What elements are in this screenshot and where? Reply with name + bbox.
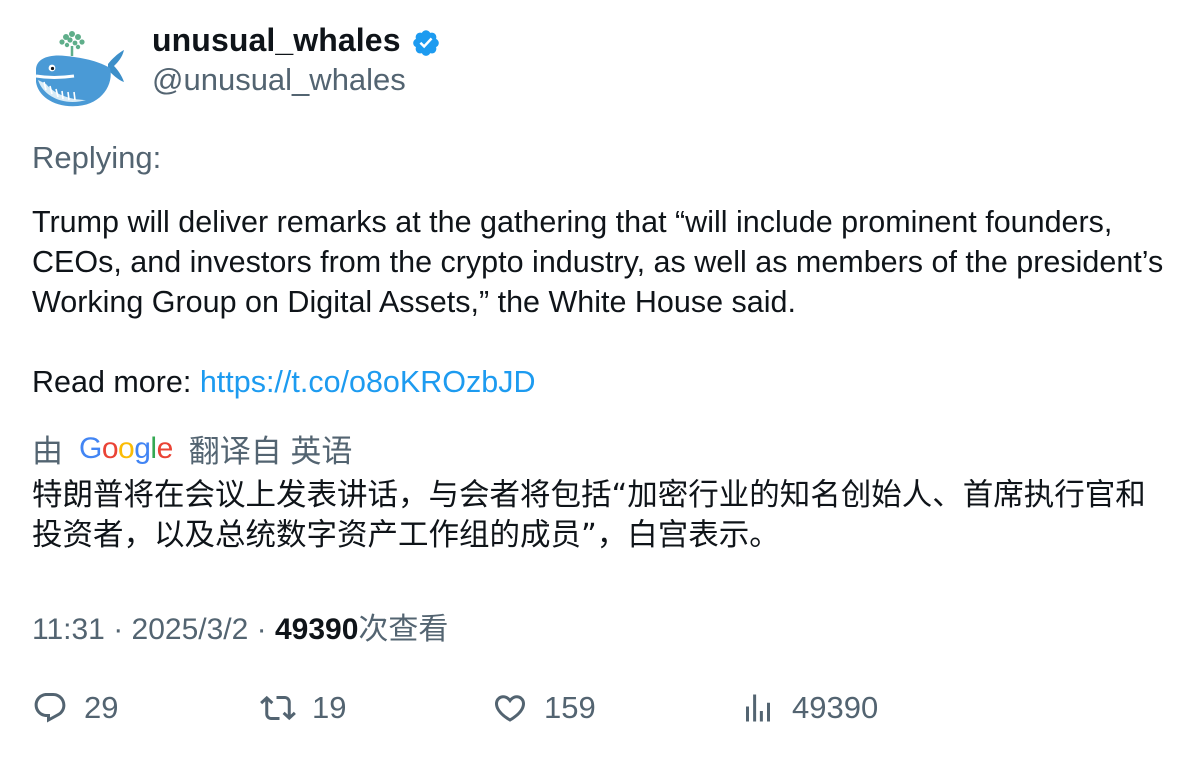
- verified-badge-icon: [411, 28, 441, 58]
- meta-separator: ·: [104, 613, 132, 646]
- translated-text: 特朗普将在会议上发表讲话，与会者将包括“加密行业的知名创始人、首席执行官和投资者…: [32, 478, 1146, 553]
- tweet-body: Trump will deliver remarks at the gather…: [32, 205, 1164, 319]
- author-display-name[interactable]: unusual_whales: [152, 22, 401, 59]
- avatar[interactable]: [30, 26, 126, 112]
- tweet-date[interactable]: 2025/3/2: [132, 613, 249, 646]
- read-more-line: Read more: https://t.co/o8oKROzbJD: [32, 362, 535, 402]
- tweet-meta: 11:31 · 2025/3/2 · 49390次查看: [32, 604, 448, 648]
- like-button[interactable]: 159: [492, 690, 596, 726]
- reply-button[interactable]: 29: [32, 690, 118, 726]
- tweet-link[interactable]: https://t.co/o8oKROzbJD: [200, 365, 536, 399]
- retweet-button[interactable]: 19: [260, 690, 346, 726]
- meta-separator: ·: [248, 613, 275, 646]
- read-more-label: Read more:: [32, 365, 200, 399]
- like-count: 159: [544, 690, 596, 725]
- reply-icon: [34, 693, 66, 723]
- retweet-count: 19: [312, 690, 347, 725]
- tweet-time[interactable]: 11:31: [32, 613, 105, 646]
- reply-count: 29: [84, 690, 119, 725]
- views-chart-icon: [746, 694, 770, 722]
- google-logo-icon: Google: [79, 431, 173, 465]
- action-bar: 29 19 159 49390: [32, 690, 1172, 736]
- whale-avatar-icon: [35, 31, 124, 107]
- translation-attribution[interactable]: 由 Google 翻译自 英语: [32, 426, 352, 471]
- tweet-text: Trump will deliver remarks at the gather…: [32, 202, 1172, 322]
- retweet-icon: [260, 695, 296, 721]
- replying-label: Replying:: [32, 140, 162, 175]
- views-label: 次查看: [358, 613, 449, 646]
- heart-icon: [494, 695, 526, 722]
- views-button[interactable]: 49390: [740, 690, 878, 726]
- author-name-row[interactable]: unusual_whales: [152, 22, 441, 59]
- author-handle[interactable]: @unusual_whales: [152, 62, 406, 98]
- translation-from-label: 翻译自 英语: [188, 434, 353, 469]
- views-count: 49390: [274, 613, 359, 646]
- views-action-count: 49390: [792, 690, 879, 725]
- translation-by-label: 由: [32, 434, 63, 469]
